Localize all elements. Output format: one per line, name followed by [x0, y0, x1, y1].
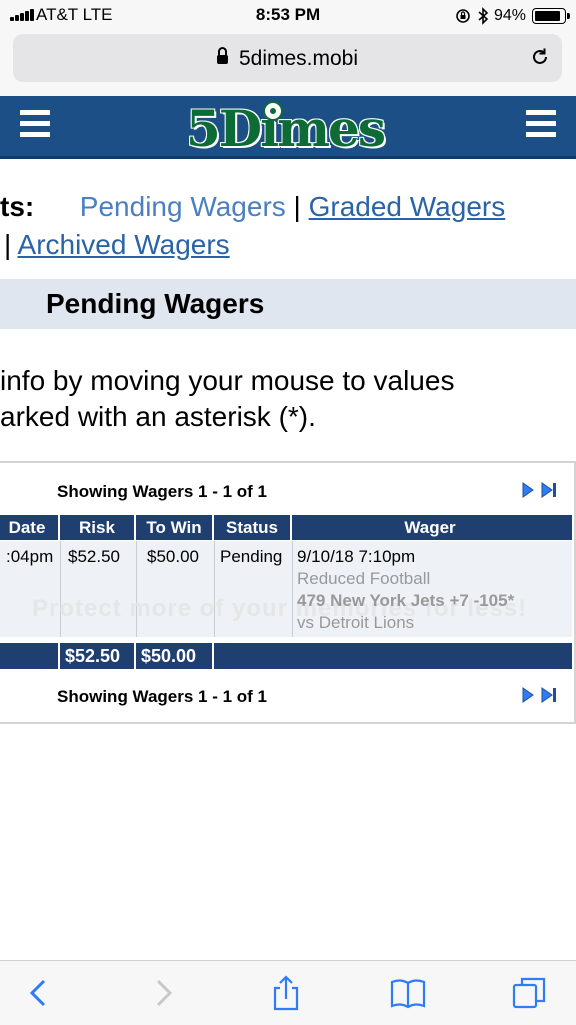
back-icon[interactable]	[22, 975, 58, 1011]
site-logo[interactable]: 5Dimes	[186, 96, 396, 162]
pager-next-icons[interactable]	[521, 482, 557, 498]
bookmarks-icon[interactable]	[390, 975, 426, 1011]
total-to-win: $50.00	[136, 643, 214, 669]
nav-row-2: | Archived Wagers	[0, 226, 576, 264]
total-spacer	[0, 643, 60, 669]
cell-to-win: $50.00	[147, 547, 199, 566]
wager-nav: ts: Pending Wagers | Graded Wagers | Arc…	[0, 188, 576, 264]
pager-next-icons[interactable]	[521, 687, 557, 703]
nav-separator: |	[4, 229, 12, 260]
cell-date: :04pm	[6, 547, 54, 566]
bluetooth-icon	[478, 7, 489, 25]
battery-icon	[532, 8, 570, 24]
info-line-2: arked with an asterisk (*).	[0, 401, 316, 432]
cell-status: Pending	[220, 547, 283, 566]
col-risk[interactable]: Risk	[60, 515, 136, 540]
nav-lead: ts:	[0, 191, 35, 222]
page-title: Pending Wagers	[46, 288, 265, 319]
pending-wagers-link[interactable]: Pending Wagers	[80, 191, 286, 222]
col-wager[interactable]: Wager	[292, 515, 568, 540]
showing-count-top: Showing Wagers 1 - 1 of 1	[57, 482, 268, 501]
info-text: info by moving your mouse to values arke…	[0, 363, 576, 435]
site-header: 5Dimes	[0, 96, 576, 159]
forward-icon[interactable]	[144, 975, 180, 1011]
graded-wagers-link[interactable]: Graded Wagers	[309, 191, 506, 222]
nav-row-1: ts: Pending Wagers | Graded Wagers	[0, 188, 576, 226]
col-to-win[interactable]: To Win	[136, 515, 214, 540]
archived-wagers-link[interactable]: Archived Wagers	[18, 229, 230, 260]
info-line-1: info by moving your mouse to values	[0, 365, 455, 396]
wager-pick[interactable]: 479 New York Jets +7 -105*	[297, 591, 514, 611]
status-bar: AT&T LTE 8:53 PM 94%	[0, 0, 576, 30]
table-header: Date Risk To Win Status Wager	[0, 515, 572, 540]
right-menu-icon[interactable]	[526, 110, 556, 138]
section-header: Pending Wagers	[0, 279, 576, 329]
address-bar[interactable]: 5dimes.mobi	[13, 34, 562, 82]
status-right: 94%	[455, 5, 570, 27]
browser-chrome: 5dimes.mobi	[0, 30, 576, 96]
wager-opponent: vs Detroit Lions	[297, 613, 415, 632]
table-totals: $52.50 $50.00	[0, 643, 572, 669]
browser-toolbar	[0, 960, 576, 1025]
nav-separator: |	[293, 191, 301, 222]
reload-icon[interactable]	[530, 47, 550, 67]
total-blank	[214, 643, 572, 669]
logo-ball-icon	[263, 101, 283, 121]
wager-date: 9/10/18 7:10pm	[297, 547, 416, 566]
total-risk: $52.50	[60, 643, 136, 669]
battery-percent: 94%	[493, 7, 526, 24]
orientation-lock-icon	[456, 9, 470, 23]
wagers-table: Showing Wagers 1 - 1 of 1 Date Risk To W…	[0, 461, 576, 724]
left-menu-icon[interactable]	[20, 110, 50, 138]
url-text: 5dimes.mobi	[238, 47, 359, 70]
showing-count-bottom: Showing Wagers 1 - 1 of 1	[57, 687, 268, 706]
share-icon[interactable]	[268, 975, 304, 1011]
url-display[interactable]: 5dimes.mobi	[13, 47, 562, 71]
col-status[interactable]: Status	[214, 515, 292, 540]
lock-icon	[216, 47, 228, 64]
cell-risk: $52.50	[68, 547, 120, 566]
wager-type: Reduced Football	[297, 569, 431, 588]
tabs-icon[interactable]	[512, 975, 548, 1011]
col-date[interactable]: Date	[0, 515, 60, 540]
